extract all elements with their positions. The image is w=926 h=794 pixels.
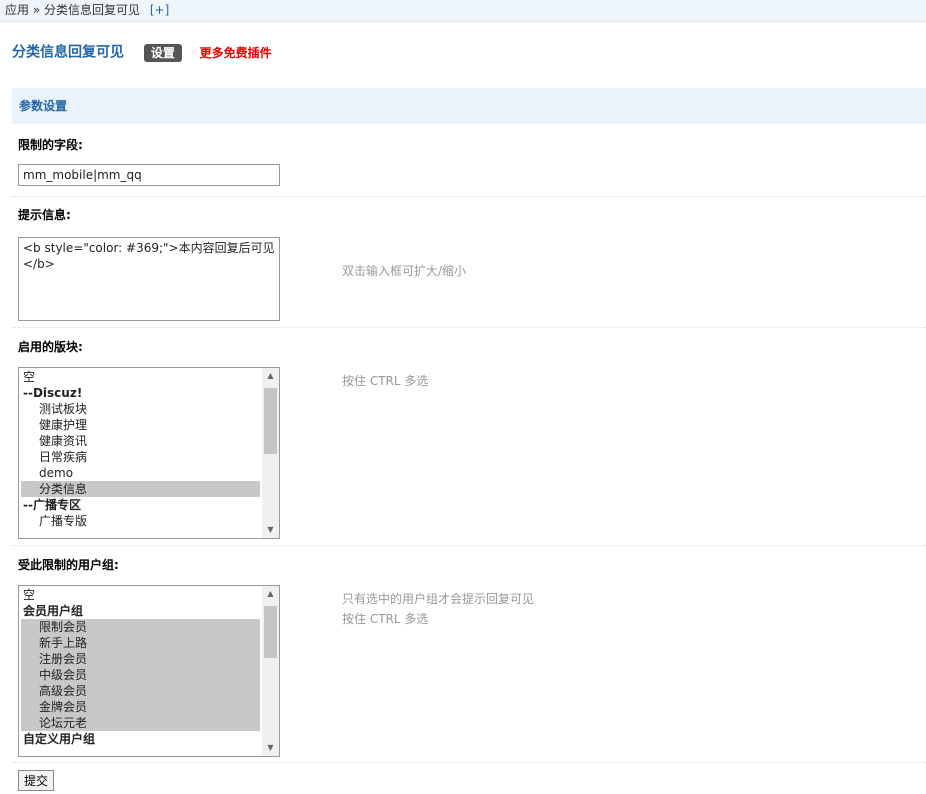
user-groups-hint-ctrl: 按住 CTRL 多选 (342, 612, 429, 626)
page-title: 分类信息回复可见 (12, 44, 124, 61)
breadcrumb-separator: » (32, 3, 41, 17)
divider (12, 196, 926, 197)
select-option[interactable]: 注册会员 (21, 651, 260, 667)
scroll-down-icon[interactable]: ▼ (262, 740, 279, 756)
select-option[interactable]: 空 (21, 587, 260, 603)
select-option[interactable]: 日常疾病 (21, 449, 260, 465)
limit-fields-input[interactable] (18, 164, 280, 186)
user-groups-label: 受此限制的用户组: (18, 558, 119, 572)
select-option[interactable]: 论坛元老 (21, 715, 260, 731)
scrollbar-thumb[interactable] (264, 388, 277, 454)
select-option[interactable]: 限制会员 (21, 619, 260, 635)
user-groups-select[interactable]: 空会员用户组 限制会员 新手上路 注册会员 中级会员 高级会员 金牌会员 论坛元老 自定义用户组… (18, 585, 280, 757)
divider (12, 327, 926, 328)
select-option[interactable]: 测试板块 (21, 401, 260, 417)
select-option[interactable]: 广播专版 (21, 513, 260, 529)
scrollbar[interactable]: ▲ ▼ (262, 368, 279, 538)
enabled-forums-label: 启用的版块: (18, 340, 83, 354)
scroll-up-icon[interactable]: ▲ (262, 586, 279, 602)
select-option[interactable]: 空 (21, 369, 260, 385)
breadcrumb-current: 分类信息回复可见 (44, 3, 141, 17)
enabled-forums-hint: 按住 CTRL 多选 (342, 374, 429, 388)
divider (12, 762, 926, 763)
add-to-favorites-link[interactable]: [+] (150, 3, 169, 17)
select-option[interactable]: 健康护理 (21, 417, 260, 433)
settings-button[interactable]: 设置 (143, 43, 182, 62)
select-option[interactable]: --广播专区 (21, 497, 260, 513)
more-plugins-link[interactable]: 更多免费插件 (200, 46, 272, 60)
scrollbar-thumb[interactable] (264, 606, 277, 658)
plugin-header: 分类信息回复可见 设置 更多免费插件 (12, 42, 272, 62)
select-option[interactable]: 中级会员 (21, 667, 260, 683)
enabled-forums-options: 空 --Discuz! 测试板块 健康护理 健康资讯 日常疾病 demo 分类信息 --广播专区… (21, 369, 260, 529)
user-groups-options: 空会员用户组 限制会员 新手上路 注册会员 中级会员 高级会员 金牌会员 论坛元老 自定义用户组 (21, 587, 260, 747)
user-groups-hint: 只有选中的用户组才会提示回复可见 (342, 592, 535, 606)
select-option[interactable]: 新手上路 (21, 635, 260, 651)
select-option[interactable]: 高级会员 (21, 683, 260, 699)
limit-fields-label: 限制的字段: (18, 138, 83, 152)
select-option[interactable]: 会员用户组 (21, 603, 260, 619)
tip-message-textarea[interactable]: <b style="color: #369;">本内容回复后可见</b> (18, 237, 280, 321)
scroll-up-icon[interactable]: ▲ (262, 368, 279, 384)
divider (12, 545, 926, 546)
breadcrumb: 应用 » 分类信息回复可见 [+] (0, 0, 926, 22)
submit-button[interactable]: 提交 (18, 770, 55, 791)
breadcrumb-root[interactable]: 应用 (5, 3, 29, 17)
tip-message-hint: 双击输入框可扩大/缩小 (342, 264, 467, 278)
select-option[interactable]: 金牌会员 (21, 699, 260, 715)
scrollbar[interactable]: ▲ ▼ (262, 586, 279, 756)
scroll-down-icon[interactable]: ▼ (262, 522, 279, 538)
select-option[interactable]: 健康资讯 (21, 433, 260, 449)
enabled-forums-select[interactable]: 空 --Discuz! 测试板块 健康护理 健康资讯 日常疾病 demo 分类信息 --广播专区… (18, 367, 280, 539)
select-option[interactable]: 分类信息 (21, 481, 260, 497)
select-option[interactable]: 自定义用户组 (21, 731, 260, 747)
select-option[interactable]: --Discuz! (21, 385, 260, 401)
tip-message-label: 提示信息: (18, 208, 71, 222)
section-header: 参数设置 (12, 88, 926, 124)
select-option[interactable]: demo (21, 465, 260, 481)
